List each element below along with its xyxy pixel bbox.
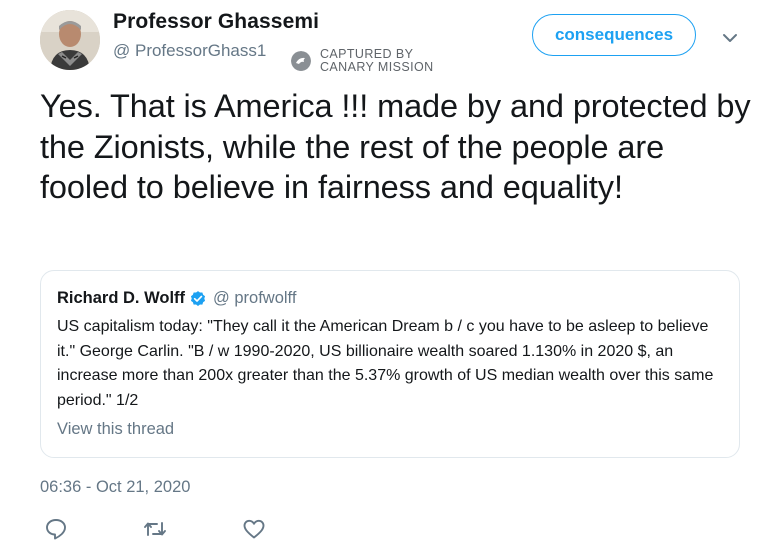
timestamp[interactable]: 06:36 - Oct 21, 2020 — [40, 478, 190, 497]
quoted-author-name: Richard D. Wolff — [57, 289, 186, 307]
chevron-down-icon[interactable] — [720, 30, 740, 46]
quoted-tweet[interactable]: Richard D. Wolff @ profwolff US capitali… — [40, 270, 740, 458]
author-handle[interactable]: @ ProfessorGhass1 — [113, 41, 266, 61]
quoted-header: Richard D. Wolff @ profwolff — [57, 289, 296, 308]
like-icon[interactable] — [241, 516, 267, 542]
canary-line-2: CANARY MISSION — [320, 60, 434, 74]
reply-icon[interactable] — [43, 516, 69, 542]
quoted-author-handle: @ profwolff — [213, 289, 297, 307]
verified-badge-icon — [190, 290, 206, 306]
tweet-text: Yes. That is America !!! made by and pro… — [40, 88, 751, 205]
follow-button[interactable]: consequences — [532, 14, 696, 56]
view-thread-link[interactable]: View this thread — [57, 420, 174, 439]
canary-text: CAPTURED BY CANARY MISSION — [320, 48, 434, 74]
retweet-icon[interactable] — [142, 516, 168, 542]
quoted-text: US capitalism today: "They call it the A… — [57, 318, 714, 409]
canary-logo-icon — [291, 51, 311, 71]
avatar-photo — [40, 10, 100, 70]
avatar[interactable] — [40, 10, 100, 70]
author-name[interactable]: Professor Ghassemi — [113, 10, 319, 34]
